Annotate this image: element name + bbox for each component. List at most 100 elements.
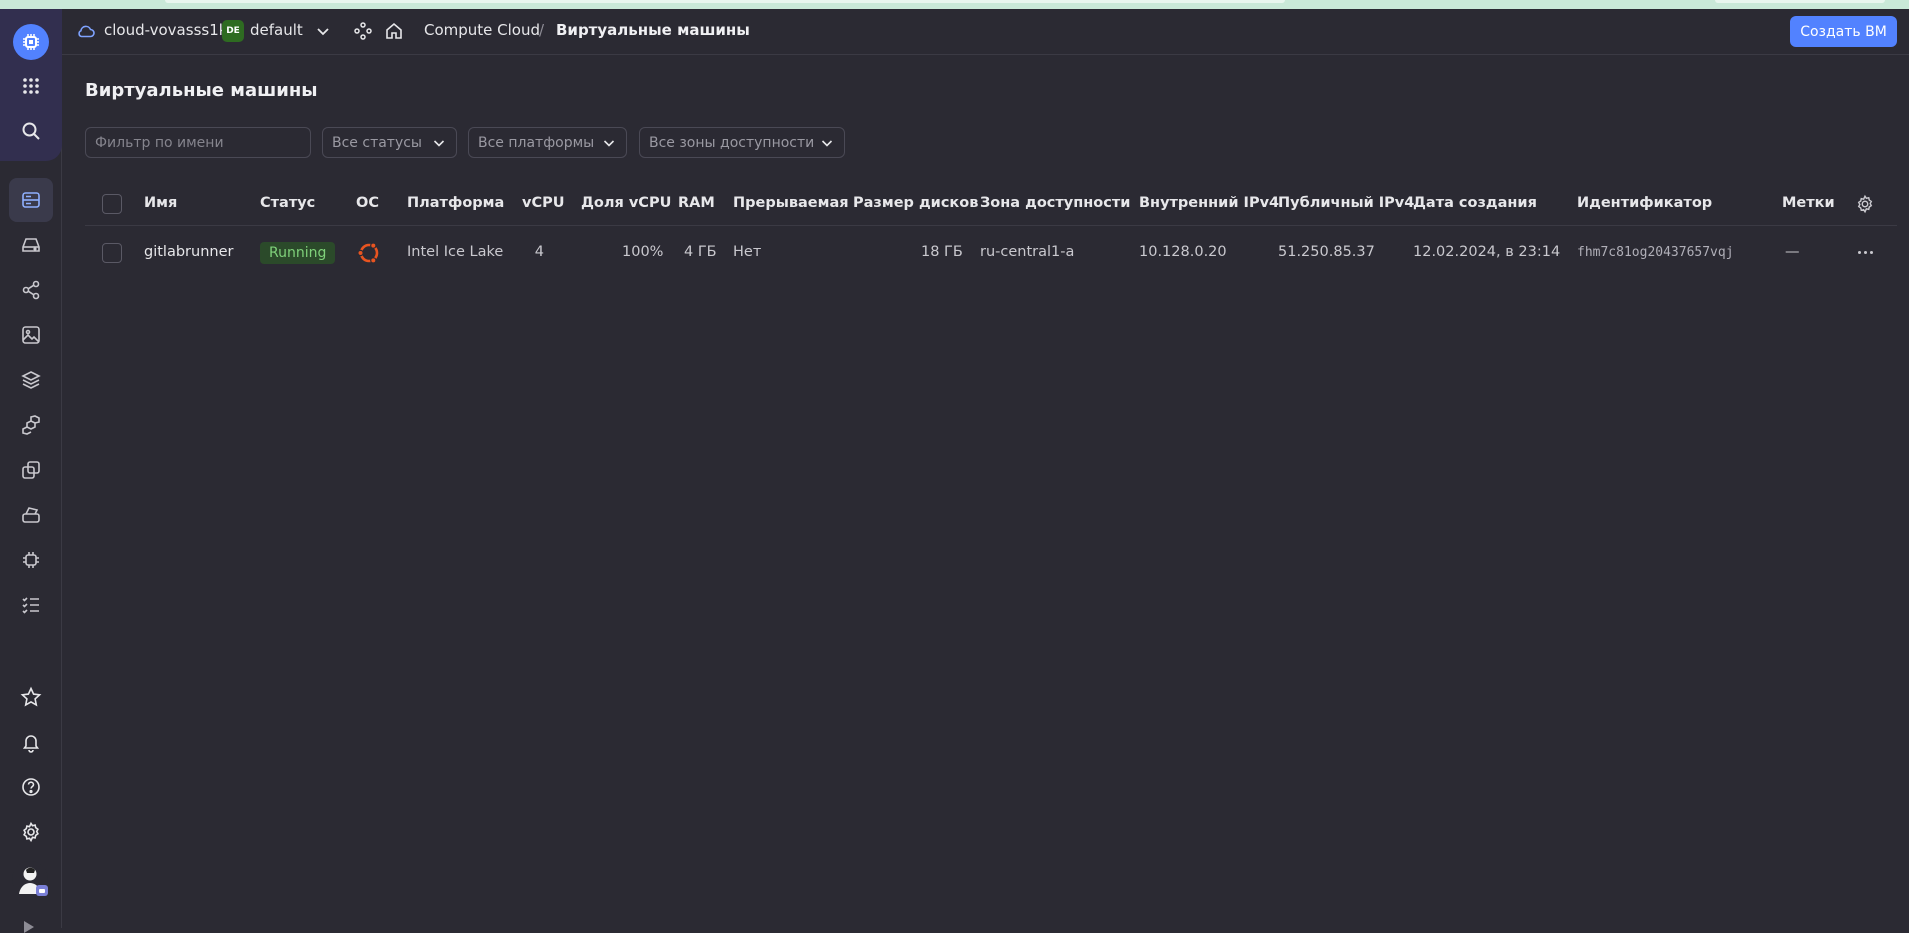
column-header-vcpu[interactable]: vCPU [522,195,565,211]
create-vm-button[interactable]: Создать ВМ [1790,16,1897,47]
column-header-id[interactable]: Идентификатор [1577,195,1712,211]
breadcrumb-compute-cloud[interactable]: Compute Cloud [424,21,540,39]
platform-cell: Intel Ice Lake [407,244,504,260]
column-header-ram[interactable]: RAM [678,195,715,211]
page-title: Виртуальные машины [85,80,318,101]
column-header-disk-size[interactable]: Размер дисков [853,195,978,211]
sidebar-item-disks[interactable] [9,223,53,267]
browser-top-strip [0,0,1909,9]
star-icon [20,686,42,707]
checklist-icon [22,597,39,614]
status-filter-select[interactable]: Все статусы [322,127,457,158]
zone-cell: ru-central1-a [980,244,1075,260]
column-header-name[interactable]: Имя [144,195,177,211]
search-icon [22,122,40,140]
favorites-button[interactable] [9,675,53,719]
row-actions-button[interactable] [1853,242,1877,262]
preemptible-cell: Нет [733,244,762,260]
expand-sidebar-icon[interactable] [24,921,34,933]
folder-badge: DE [222,20,244,42]
folder-selector[interactable]: default [250,21,303,39]
column-header-zone[interactable]: Зона доступности [980,195,1130,211]
settings-button[interactable] [9,810,53,854]
name-filter-input[interactable] [85,127,311,158]
chevron-down-icon[interactable] [314,22,332,40]
zone-filter-value: Все зоны доступности [649,134,815,151]
table-header: Имя Статус ОС Платформа vCPU Доля vCPU R… [85,182,1897,226]
chip-icon [23,552,39,568]
bell-icon [22,735,40,753]
more-dot-icon [1869,250,1873,254]
platform-filter-select[interactable]: Все платформы [468,127,627,158]
home-icon[interactable] [384,21,404,41]
user-avatar[interactable] [12,861,48,897]
grid-icon [23,78,39,94]
select-all-checkbox[interactable] [102,194,122,214]
layers-icon [21,371,41,389]
sidebar-item-snapshots[interactable] [9,358,53,402]
ram-cell: 4 ГБ [684,244,717,260]
chevron-down-icon [603,139,615,147]
disk-size-cell: 18 ГБ [921,244,963,260]
column-header-status[interactable]: Статус [260,195,315,211]
internal-ipv4-cell: 10.128.0.20 [1139,244,1227,260]
column-header-vcpu-share[interactable]: Доля vCPU [581,195,671,211]
more-dot-icon [1863,250,1867,254]
table-row[interactable]: gitlabrunner Running Intel Ice Lake 4 10… [85,226,1897,280]
column-settings-icon[interactable] [1855,194,1875,214]
storage-icon [22,507,40,523]
created-cell: 12.02.2024, в 23:14 [1413,244,1561,260]
gear-icon [23,821,39,843]
ubuntu-icon [357,242,379,264]
chevron-down-icon [433,139,445,147]
console-logo-button[interactable] [9,20,53,64]
sidebar-item-dedicated-hosts[interactable] [9,448,53,492]
column-header-internal-ipv4[interactable]: Внутренний IPv4 [1139,195,1279,211]
breadcrumb-current: Виртуальные машины [556,21,750,39]
image-icon [22,326,40,344]
sidebar-item-gpu-clusters[interactable] [9,538,53,582]
more-dot-icon [1857,250,1861,254]
copy-icon [22,461,40,479]
server-icon [22,192,40,208]
breadcrumb-separator: / [539,21,545,39]
sidebar-item-file-storages[interactable] [9,493,53,537]
disk-icon [22,238,40,252]
all-services-button[interactable] [9,64,53,108]
column-header-preemptible[interactable]: Прерываемая [733,195,849,211]
help-icon [22,778,40,796]
column-header-platform[interactable]: Платформа [407,195,504,211]
id-cell: fhm7c81og20437657vqj [1577,245,1734,260]
vm-name-link[interactable]: gitlabrunner [144,244,233,260]
public-ipv4-cell: 51.250.85.37 [1278,244,1375,260]
chevron-down-icon [821,139,833,147]
cloud-selector[interactable]: cloud-vovasss1k [104,21,227,39]
status-filter-value: Все статусы [332,134,422,151]
cloud-icon [78,25,95,38]
labels-cell: — [1785,244,1800,260]
column-header-public-ipv4[interactable]: Публичный IPv4 [1278,195,1414,211]
sidebar-item-images[interactable] [9,313,53,357]
nodes-icon [22,280,40,300]
sidebar [0,9,62,933]
platform-filter-value: Все платформы [478,134,595,151]
sidebar-item-virtual-machines[interactable] [9,178,53,222]
sidebar-item-operations[interactable] [9,583,53,627]
top-header: cloud-vovasss1k DE default Compute Cloud… [62,9,1909,55]
column-header-labels[interactable]: Метки [1782,195,1835,211]
cubes-icon [22,415,40,435]
column-header-os[interactable]: ОС [356,195,379,211]
zone-filter-select[interactable]: Все зоны доступности [639,127,845,158]
sidebar-item-instance-groups[interactable] [9,403,53,447]
compute-logo-icon [13,24,49,60]
notifications-button[interactable] [9,720,53,764]
avatar-icon [12,861,48,897]
services-icon[interactable] [353,21,373,41]
search-button[interactable] [9,109,53,153]
row-checkbox[interactable] [102,243,122,263]
status-badge: Running [260,242,336,264]
column-header-created[interactable]: Дата создания [1413,195,1537,211]
help-button[interactable] [9,765,53,809]
vcpu-share-cell: 100% [622,244,664,260]
sidebar-item-placement-groups[interactable] [9,268,53,312]
